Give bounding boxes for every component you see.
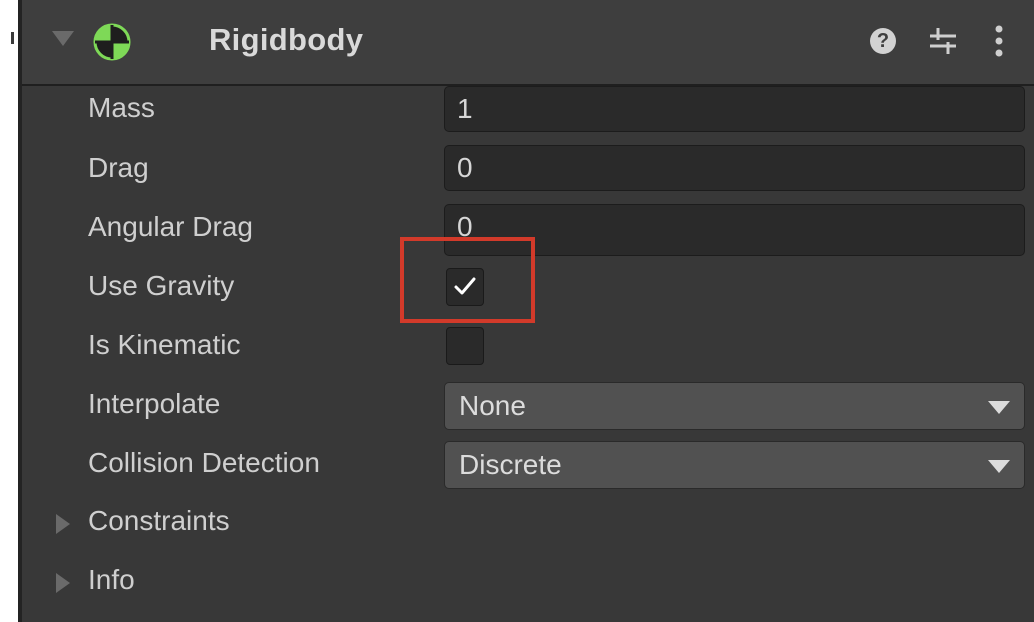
constraints-foldout-icon[interactable] xyxy=(56,514,70,534)
component-header[interactable]: Rigidbody ? xyxy=(22,0,1034,86)
more-menu-icon[interactable] xyxy=(992,24,1006,58)
edge-mark xyxy=(11,32,14,44)
chevron-down-icon xyxy=(988,460,1010,473)
foldout-expanded-icon[interactable] xyxy=(52,31,74,46)
annotation-highlight-box xyxy=(400,237,535,323)
left-edge-strip xyxy=(0,0,18,622)
mass-field[interactable]: 1 xyxy=(444,86,1025,132)
mass-label: Mass xyxy=(88,92,155,123)
constraints-section-label[interactable]: Constraints xyxy=(88,505,230,537)
is-kinematic-checkbox[interactable] xyxy=(446,327,484,365)
collision-detection-label: Collision Detection xyxy=(88,447,320,478)
screenshot: Rigidbody ? Mass 1 Drag 0 Angular Drag 0… xyxy=(0,0,1034,622)
presets-icon[interactable] xyxy=(928,26,958,56)
is-kinematic-label: Is Kinematic xyxy=(88,329,241,360)
collision-detection-selected-value: Discrete xyxy=(459,449,562,480)
drag-field[interactable]: 0 xyxy=(444,145,1025,191)
info-foldout-icon[interactable] xyxy=(56,573,70,593)
drag-label: Drag xyxy=(88,152,149,183)
interpolate-selected-value: None xyxy=(459,390,526,421)
interpolate-dropdown[interactable]: None xyxy=(444,382,1025,430)
use-gravity-label: Use Gravity xyxy=(88,270,235,301)
angular-drag-label: Angular Drag xyxy=(88,211,253,242)
info-section-label[interactable]: Info xyxy=(88,564,135,596)
help-icon[interactable]: ? xyxy=(870,28,896,54)
rigidbody-icon xyxy=(93,23,131,61)
interpolate-label: Interpolate xyxy=(88,388,221,419)
collision-detection-dropdown[interactable]: Discrete xyxy=(444,441,1025,489)
chevron-down-icon xyxy=(988,401,1010,414)
component-title: Rigidbody xyxy=(209,22,364,57)
